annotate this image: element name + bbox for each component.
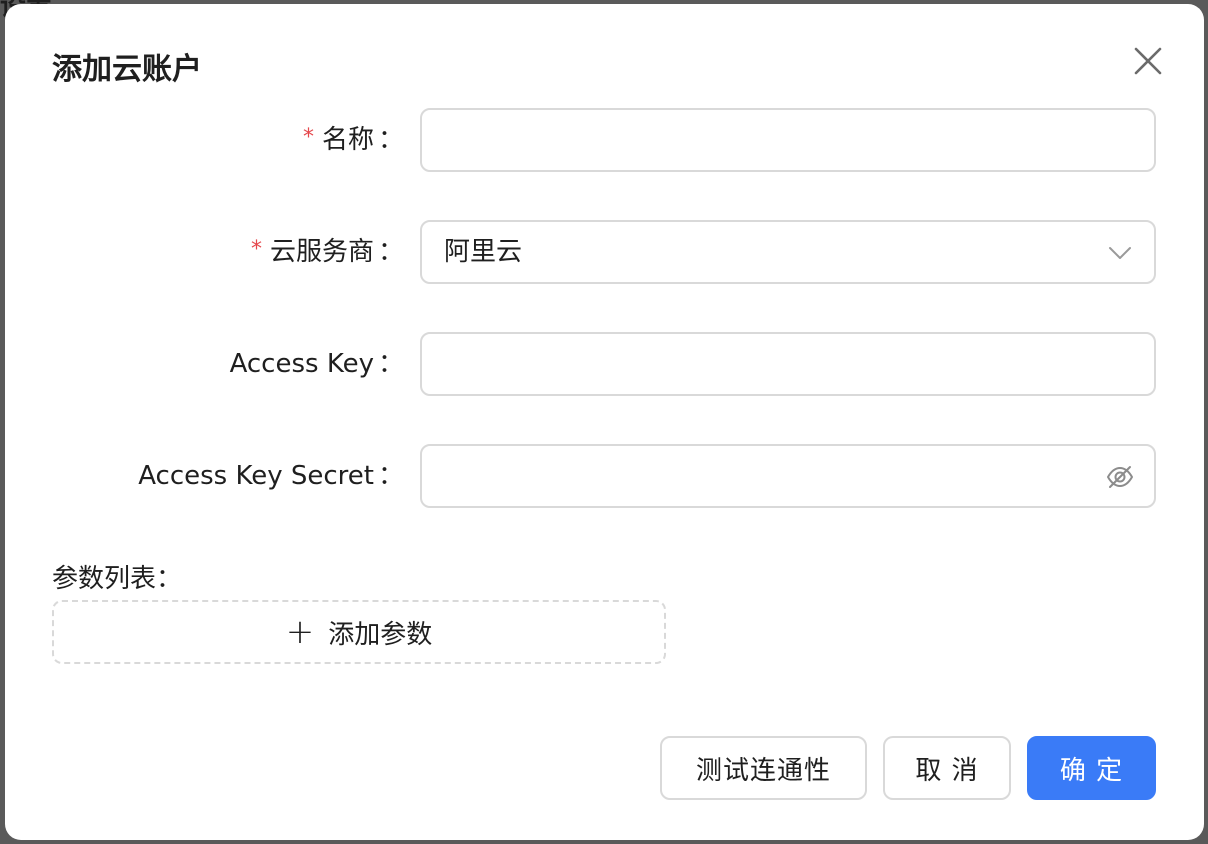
- form-row-provider: * 云服务商： 阿里云: [5, 220, 1204, 284]
- dialog-title: 添加云账户: [52, 52, 202, 87]
- access-key-input[interactable]: [422, 334, 1154, 394]
- label-colon: ：: [377, 349, 404, 379]
- provider-select-value: 阿里云: [444, 237, 523, 267]
- params-list-label: 参数列表：: [52, 564, 183, 594]
- plus-icon: +: [285, 612, 315, 652]
- required-mark: *: [250, 237, 262, 262]
- access-key-label: Access Key：: [230, 332, 404, 396]
- form-row-name: * 名称：: [5, 108, 1204, 172]
- close-button[interactable]: [1131, 44, 1165, 78]
- add-cloud-account-dialog: 添加云账户 * 名称： * 云服务商： 阿里云 Access Key： Acce…: [5, 4, 1204, 840]
- label-colon: ：: [377, 237, 404, 267]
- add-param-button[interactable]: + 添加参数: [52, 600, 666, 664]
- access-key-secret-input[interactable]: [422, 446, 1154, 506]
- name-input[interactable]: [422, 110, 1154, 170]
- form-row-access-key-secret: Access Key Secret：: [5, 444, 1204, 508]
- provider-label: * 云服务商：: [251, 220, 404, 284]
- test-connection-button[interactable]: 测试连通性: [660, 736, 867, 800]
- label-colon: ：: [377, 461, 404, 491]
- provider-select[interactable]: 阿里云: [420, 220, 1156, 284]
- name-field: [420, 108, 1156, 172]
- cancel-button[interactable]: 取 消: [883, 736, 1011, 800]
- name-label: * 名称：: [303, 108, 404, 172]
- eye-off-icon[interactable]: [1106, 463, 1134, 491]
- access-key-field: [420, 332, 1156, 396]
- access-key-secret-label: Access Key Secret：: [138, 444, 404, 508]
- label-colon: ：: [377, 125, 404, 155]
- access-key-secret-label-text: Access Key Secret: [138, 461, 374, 491]
- required-mark: *: [302, 125, 314, 150]
- name-label-text: 名称: [321, 125, 374, 155]
- add-param-label: 添加参数: [328, 619, 433, 650]
- close-icon: [1134, 47, 1162, 75]
- access-key-label-text: Access Key: [229, 349, 374, 379]
- chevron-down-icon: [1109, 247, 1131, 259]
- form-row-access-key: Access Key：: [5, 332, 1204, 396]
- provider-label-text: 云服务商: [269, 237, 374, 267]
- confirm-button[interactable]: 确 定: [1027, 736, 1156, 800]
- access-key-secret-field: [420, 444, 1156, 508]
